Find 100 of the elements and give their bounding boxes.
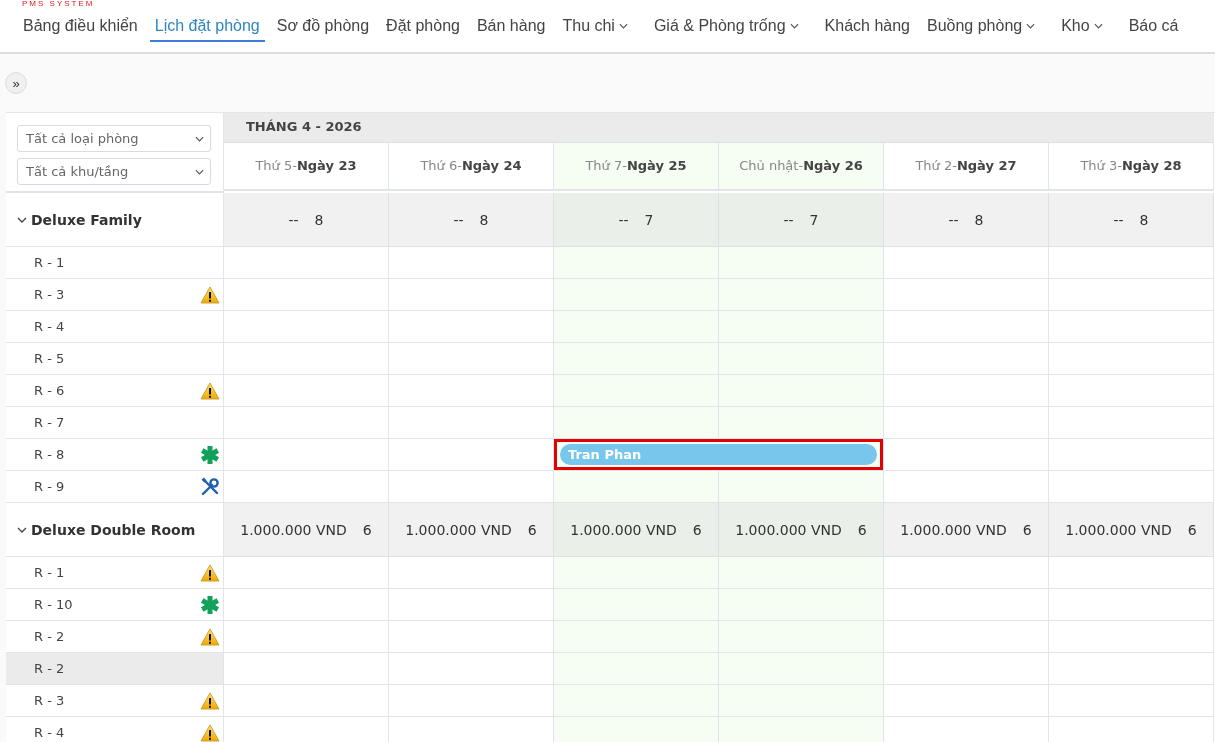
calendar-cell[interactable] (1049, 247, 1214, 279)
calendar-cell[interactable] (554, 589, 719, 621)
calendar-cell[interactable] (1049, 343, 1214, 375)
nav-tab[interactable]: Buồng phòng (921, 10, 1041, 42)
calendar-cell[interactable] (719, 471, 884, 503)
calendar-cell[interactable] (1049, 653, 1214, 685)
calendar-cell[interactable] (719, 375, 884, 407)
calendar-cell[interactable] (1049, 685, 1214, 717)
calendar-cell[interactable] (389, 439, 554, 471)
calendar-cell[interactable] (224, 653, 389, 685)
calendar-cell[interactable] (389, 589, 554, 621)
calendar-cell[interactable] (224, 311, 389, 343)
room-row-label[interactable]: R - 4 (6, 311, 224, 343)
room-row-label[interactable]: R - 3 (6, 685, 224, 717)
calendar-cell[interactable] (554, 717, 719, 742)
calendar-cell[interactable] (224, 471, 389, 503)
calendar-cell[interactable] (554, 343, 719, 375)
calendar-cell[interactable] (554, 621, 719, 653)
calendar-cell[interactable] (1049, 279, 1214, 311)
calendar-cell[interactable] (719, 311, 884, 343)
calendar-cell[interactable] (884, 557, 1049, 589)
calendar-cell[interactable] (719, 407, 884, 439)
nav-tab[interactable]: Giá & Phòng trống (648, 10, 804, 42)
calendar-cell[interactable] (224, 439, 389, 471)
room-row-label[interactable]: R - 9 (6, 471, 224, 503)
calendar-cell[interactable] (389, 471, 554, 503)
calendar-cell[interactable] (389, 557, 554, 589)
calendar-cell[interactable] (1049, 621, 1214, 653)
calendar-cell[interactable] (1049, 557, 1214, 589)
nav-tab[interactable]: Báo cá (1123, 10, 1184, 42)
room-row-label[interactable]: R - 7 (6, 407, 224, 439)
calendar-cell[interactable] (884, 653, 1049, 685)
calendar-cell[interactable] (554, 375, 719, 407)
calendar-cell[interactable] (719, 343, 884, 375)
calendar-cell[interactable] (1049, 589, 1214, 621)
calendar-cell[interactable] (884, 407, 1049, 439)
nav-tab[interactable]: Bảng điều khiển (18, 10, 143, 42)
filter-select[interactable]: Tất cả khu/tầng (17, 158, 211, 185)
room-row-label[interactable]: R - 5 (6, 343, 224, 375)
calendar-cell[interactable] (224, 407, 389, 439)
calendar-cell[interactable] (1049, 407, 1214, 439)
calendar-cell[interactable] (884, 279, 1049, 311)
calendar-cell[interactable] (719, 557, 884, 589)
calendar-cell[interactable] (719, 717, 884, 742)
filter-select[interactable]: Tất cả loại phòng (17, 125, 211, 152)
calendar-cell[interactable] (389, 279, 554, 311)
calendar-cell[interactable] (554, 685, 719, 717)
calendar-cell[interactable] (389, 653, 554, 685)
calendar-cell[interactable] (224, 685, 389, 717)
calendar-cell[interactable] (554, 247, 719, 279)
calendar-cell[interactable] (719, 621, 884, 653)
nav-tab[interactable]: Đặt phòng (381, 10, 465, 42)
calendar-cell[interactable] (554, 653, 719, 685)
room-row-label[interactable]: R - 1 (6, 557, 224, 589)
calendar-cell[interactable] (884, 375, 1049, 407)
calendar-cell[interactable] (554, 471, 719, 503)
calendar-cell[interactable] (224, 343, 389, 375)
calendar-cell[interactable] (389, 375, 554, 407)
calendar-cell[interactable] (1049, 311, 1214, 343)
room-row-label[interactable]: R - 6 (6, 375, 224, 407)
calendar-cell[interactable] (389, 685, 554, 717)
calendar-cell[interactable] (719, 589, 884, 621)
calendar-cell[interactable] (719, 653, 884, 685)
calendar-cell[interactable] (224, 375, 389, 407)
calendar-cell[interactable] (389, 621, 554, 653)
calendar-cell[interactable] (719, 247, 884, 279)
nav-tab[interactable]: Khách hàng (819, 10, 915, 42)
calendar-cell[interactable] (554, 407, 719, 439)
calendar-cell[interactable] (554, 557, 719, 589)
nav-tab[interactable]: Sơ đồ phòng (271, 10, 375, 42)
nav-tab[interactable]: Thu chi (557, 10, 633, 42)
calendar-cell[interactable] (719, 279, 884, 311)
expand-button[interactable]: » (5, 72, 27, 94)
calendar-cell[interactable] (224, 621, 389, 653)
calendar-cell[interactable] (884, 439, 1049, 471)
calendar-cell[interactable] (884, 621, 1049, 653)
calendar-cell[interactable] (389, 343, 554, 375)
calendar-cell[interactable] (224, 279, 389, 311)
room-row-label[interactable]: R - 2 (6, 621, 224, 653)
calendar-cell[interactable] (884, 589, 1049, 621)
calendar-cell[interactable] (554, 311, 719, 343)
calendar-cell[interactable] (389, 247, 554, 279)
room-row-label[interactable]: R - 1 (6, 247, 224, 279)
calendar-cell[interactable] (389, 311, 554, 343)
room-row-label[interactable]: R - 8 (6, 439, 224, 471)
calendar-cell[interactable] (719, 685, 884, 717)
calendar-cell[interactable] (554, 279, 719, 311)
nav-tab[interactable]: Bán hàng (471, 10, 551, 42)
room-row-label[interactable]: R - 3 (6, 279, 224, 311)
calendar-cell[interactable] (884, 685, 1049, 717)
calendar-cell[interactable] (1049, 471, 1214, 503)
calendar-cell[interactable] (884, 471, 1049, 503)
calendar-cell[interactable] (884, 247, 1049, 279)
calendar-cell[interactable] (224, 557, 389, 589)
nav-tab[interactable]: Lịch đặt phòng (149, 10, 265, 42)
calendar-cell[interactable] (224, 589, 389, 621)
calendar-cell[interactable] (1049, 375, 1214, 407)
nav-tab[interactable]: Kho (1056, 10, 1108, 42)
calendar-cell[interactable] (884, 311, 1049, 343)
calendar-cell[interactable] (1049, 439, 1214, 471)
